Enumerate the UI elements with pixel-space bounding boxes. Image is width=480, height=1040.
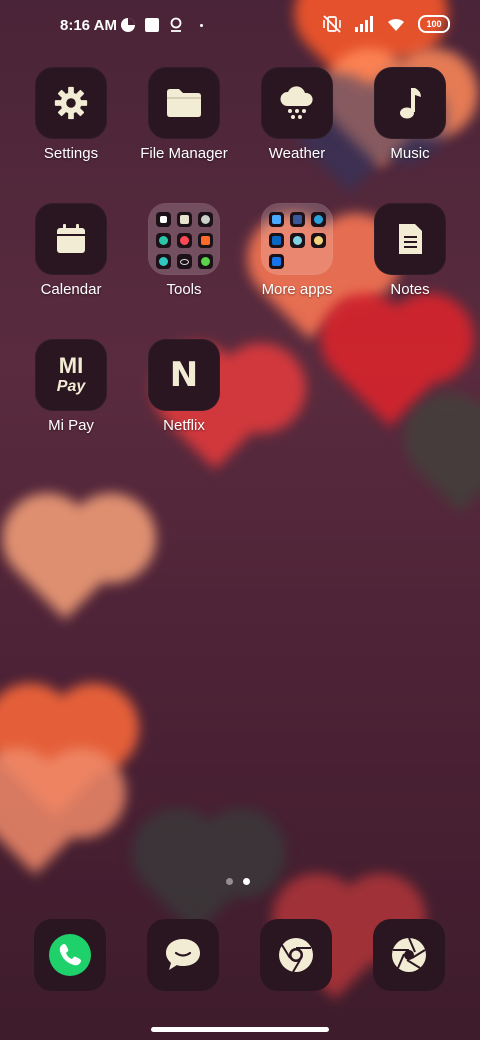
mini-app-icon bbox=[268, 254, 284, 269]
app-notes[interactable]: Notes bbox=[355, 203, 465, 298]
system-icons: 100 bbox=[322, 15, 450, 33]
netflix-logo-icon: N bbox=[148, 339, 220, 411]
folder-tools[interactable]: Tools bbox=[129, 203, 239, 298]
mini-app-icon bbox=[268, 233, 284, 248]
mini-app-icon bbox=[289, 233, 305, 248]
wallpaper-heart bbox=[417, 427, 480, 513]
app-label: Settings bbox=[43, 145, 99, 162]
status-bar: 8:16 AM 100 bbox=[0, 0, 480, 56]
folder-grid-icon bbox=[148, 203, 220, 275]
dock-messages[interactable] bbox=[147, 919, 219, 991]
app-label: Tools bbox=[166, 281, 202, 298]
mini-app-icon bbox=[155, 254, 171, 269]
mini-app-icon bbox=[176, 212, 192, 227]
app-label: Calendar bbox=[40, 281, 102, 298]
cloud-snow-icon bbox=[261, 67, 333, 139]
mini-app-icon bbox=[289, 212, 305, 227]
folder-icon bbox=[148, 67, 220, 139]
netflix-logo-letter: N bbox=[169, 355, 199, 395]
more-notifications-icon bbox=[200, 23, 203, 27]
chat-bubble-icon bbox=[166, 939, 200, 970]
location-pin-icon bbox=[170, 17, 182, 32]
app-mi-pay[interactable]: MI Pay Mi Pay bbox=[16, 339, 126, 434]
calendar-icon bbox=[35, 203, 107, 275]
wallpaper-heart bbox=[15, 520, 115, 620]
camera-aperture-icon bbox=[392, 937, 426, 972]
home-gesture-bar[interactable] bbox=[151, 1027, 329, 1032]
dock-phone[interactable] bbox=[34, 919, 106, 991]
app-label: Netflix bbox=[163, 417, 205, 434]
chrome-icon bbox=[279, 938, 313, 973]
battery-indicator: 100 bbox=[418, 15, 450, 33]
dock-camera[interactable] bbox=[373, 919, 445, 991]
dock-browser[interactable] bbox=[260, 919, 332, 991]
mini-app-icon bbox=[310, 233, 326, 248]
music-note-icon bbox=[374, 67, 446, 139]
page-dot[interactable] bbox=[226, 878, 233, 885]
app-netflix[interactable]: N Netflix bbox=[129, 339, 239, 434]
mini-app-icon bbox=[310, 212, 326, 227]
mi-pay-logo-bottom: Pay bbox=[56, 378, 86, 395]
mi-pay-logo-top: MI bbox=[58, 353, 84, 378]
folder-more-apps[interactable]: More apps bbox=[242, 203, 352, 298]
mini-app-icon bbox=[155, 212, 171, 227]
mini-app-icon bbox=[197, 212, 213, 227]
document-icon bbox=[374, 203, 446, 275]
app-label: More apps bbox=[261, 281, 333, 298]
status-time: 8:16 AM bbox=[60, 17, 117, 34]
app-label: Notes bbox=[390, 281, 430, 298]
wallpaper-heart bbox=[0, 775, 85, 875]
vibrate-off-icon bbox=[323, 15, 341, 33]
gear-icon bbox=[35, 67, 107, 139]
pie-notification-icon bbox=[121, 18, 135, 32]
mini-app-icon bbox=[176, 233, 192, 248]
app-label: File Manager bbox=[140, 145, 228, 162]
wifi-icon bbox=[388, 18, 404, 31]
mini-app-icon bbox=[155, 233, 171, 248]
folder-grid-icon bbox=[261, 203, 333, 275]
mini-app-icon bbox=[176, 254, 192, 269]
app-settings[interactable]: Settings bbox=[16, 67, 126, 162]
app-calendar[interactable]: Calendar bbox=[16, 203, 126, 298]
app-weather[interactable]: Weather bbox=[242, 67, 352, 162]
square-notification-icon bbox=[145, 18, 159, 32]
mi-pay-logo-icon: MI Pay bbox=[35, 339, 107, 411]
app-file-manager[interactable]: File Manager bbox=[129, 67, 239, 162]
notification-icons bbox=[120, 17, 203, 33]
app-music[interactable]: Music bbox=[355, 67, 465, 162]
page-indicator bbox=[226, 878, 250, 885]
signal-icon bbox=[355, 16, 373, 32]
app-label: Weather bbox=[268, 145, 326, 162]
app-label: Music bbox=[390, 145, 430, 162]
phone-icon bbox=[49, 934, 91, 976]
mini-app-icon bbox=[197, 233, 213, 248]
mini-app-icon bbox=[197, 254, 213, 269]
page-dot-active[interactable] bbox=[243, 878, 250, 885]
app-label: Mi Pay bbox=[48, 417, 94, 434]
mini-app-icon bbox=[268, 212, 284, 227]
